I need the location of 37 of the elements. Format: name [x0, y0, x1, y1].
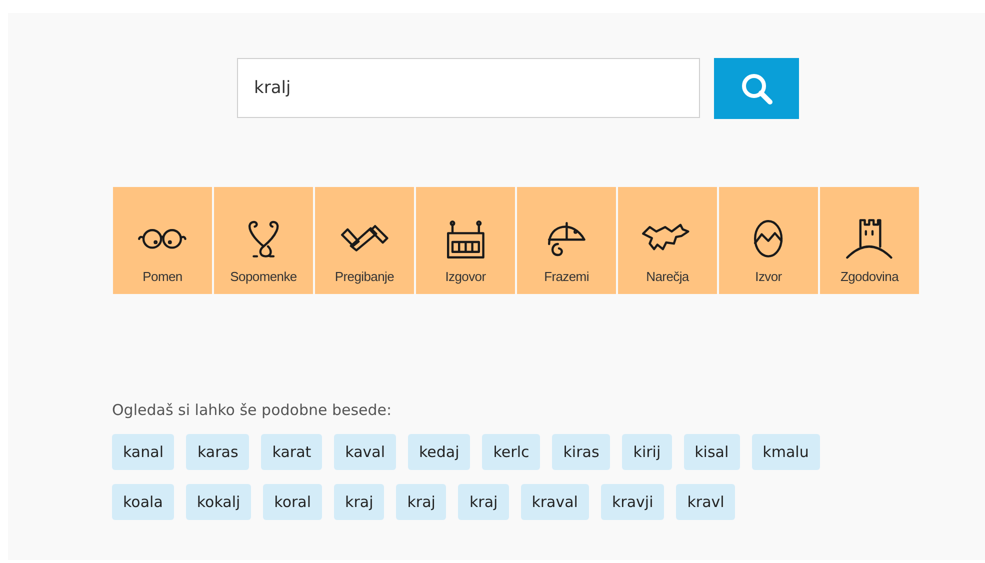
- wooden-planks-icon: [340, 225, 388, 253]
- word-tag[interactable]: kirij: [622, 434, 672, 470]
- word-tag[interactable]: kokalj: [186, 484, 252, 520]
- category-tile[interactable]: Frazemi: [517, 187, 616, 294]
- similar-words-heading: Ogledaš si lahko še podobne besede:: [112, 401, 393, 419]
- snakes-icon: [246, 220, 282, 258]
- word-tag[interactable]: kanal: [112, 434, 174, 470]
- word-tag[interactable]: koral: [263, 484, 322, 520]
- word-tag[interactable]: kiras: [552, 434, 610, 470]
- word-tag[interactable]: koala: [112, 484, 174, 520]
- category-tile[interactable]: Pregibanje: [315, 187, 414, 294]
- word-tag[interactable]: kraj: [396, 484, 446, 520]
- egg-icon: [754, 220, 783, 258]
- word-tag[interactable]: karas: [186, 434, 250, 470]
- search-field[interactable]: kralj: [237, 58, 700, 118]
- glasses-icon: [138, 229, 187, 249]
- castle-tower-icon: [845, 218, 894, 260]
- word-tag[interactable]: kravl: [676, 484, 736, 520]
- category-tile[interactable]: Narečja: [618, 187, 717, 294]
- category-tile[interactable]: Izvor: [719, 187, 818, 294]
- category-tile[interactable]: Pomen: [113, 187, 212, 294]
- search-icon: [740, 72, 774, 106]
- category-tile[interactable]: Sopomenke: [214, 187, 313, 294]
- word-tag[interactable]: kedaj: [408, 434, 470, 470]
- word-tag[interactable]: kerlc: [482, 434, 540, 470]
- word-tag[interactable]: kraj: [458, 484, 509, 520]
- category-tile[interactable]: Izgovor: [416, 187, 515, 294]
- radio-icon: [446, 220, 484, 258]
- word-tag[interactable]: kisal: [684, 434, 740, 470]
- word-tag[interactable]: kraval: [520, 484, 589, 520]
- search-button[interactable]: [714, 58, 799, 119]
- word-tag[interactable]: karat: [261, 434, 322, 470]
- word-tag[interactable]: kaval: [334, 434, 396, 470]
- word-tag[interactable]: kmalu: [752, 434, 820, 470]
- category-tile[interactable]: Zgodovina: [820, 187, 919, 294]
- word-tag[interactable]: kraj: [334, 484, 384, 520]
- word-tag[interactable]: kravji: [600, 484, 664, 520]
